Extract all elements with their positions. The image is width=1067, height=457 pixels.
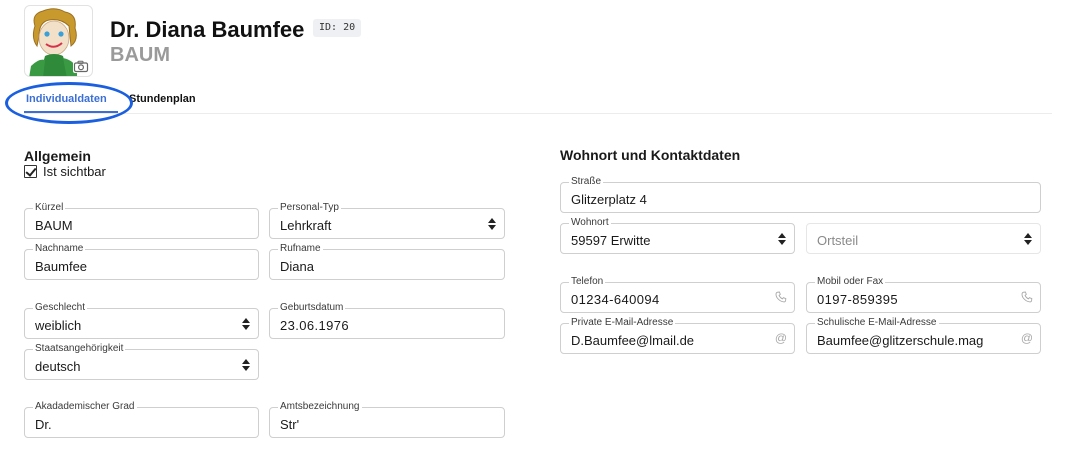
tab-individualdaten[interactable]: Individualdaten <box>26 92 107 106</box>
camera-icon[interactable] <box>73 60 89 73</box>
staatsangehoerigkeit-value: deutsch <box>35 359 81 374</box>
id-badge: ID: 20 <box>313 19 362 37</box>
strasse-field[interactable]: Straße Glitzerplatz 4 <box>560 176 1041 213</box>
select-stepper-icon[interactable] <box>1023 232 1033 246</box>
email-schule-value: Baumfee@glitzerschule.mag <box>817 333 984 348</box>
amtsbezeichnung-field[interactable]: Amtsbezeichnung Str' <box>269 401 505 438</box>
kuerzel-field[interactable]: Kürzel BAUM <box>24 202 259 239</box>
email-schule-field[interactable]: Schulische E-Mail-Adresse Baumfee@glitze… <box>806 317 1041 354</box>
kuerzel-label: Kürzel <box>33 202 66 214</box>
phone-icon[interactable] <box>1020 290 1034 304</box>
rufname-value: Diana <box>280 259 314 274</box>
mobil-label: Mobil oder Fax <box>815 276 886 288</box>
email-schule-label: Schulische E-Mail-Adresse <box>815 317 939 329</box>
staatsangehoerigkeit-select[interactable]: Staatsangehörigkeit deutsch <box>24 343 259 380</box>
select-stepper-icon[interactable] <box>241 358 251 372</box>
geburtsdatum-value: 23.06.1976 <box>280 318 350 333</box>
email-privat-field[interactable]: Private E-Mail-Adresse D.Baumfee@lmail.d… <box>560 317 795 354</box>
nachname-label: Nachname <box>33 243 86 255</box>
kuerzel-value: BAUM <box>35 218 73 233</box>
short-code-subtitle: BAUM <box>110 44 170 66</box>
visible-checkbox[interactable] <box>24 164 37 178</box>
rufname-label: Rufname <box>278 243 323 255</box>
select-stepper-icon[interactable] <box>241 317 251 331</box>
nachname-value: Baumfee <box>35 259 88 274</box>
geschlecht-select[interactable]: Geschlecht weiblich <box>24 302 259 339</box>
ortsteil-placeholder: Ortsteil <box>817 233 859 248</box>
ortsteil-select[interactable]: Ortsteil <box>806 223 1041 254</box>
telefon-value: 01234-640094 <box>571 292 660 307</box>
geschlecht-value: weiblich <box>35 318 82 333</box>
at-icon[interactable]: @ <box>1020 331 1034 345</box>
geburtsdatum-field[interactable]: Geburtsdatum 23.06.1976 <box>269 302 505 339</box>
telefon-label: Telefon <box>569 276 606 288</box>
tab-stundenplan[interactable]: Stundenplan <box>129 92 196 106</box>
personal-typ-select[interactable]: Personal-Typ Lehrkraft <box>269 202 505 239</box>
wohnort-value: 59597 Erwitte <box>571 233 651 248</box>
akad-grad-field[interactable]: Akadademischer Grad Dr. <box>24 401 259 438</box>
amtsbezeichnung-label: Amtsbezeichnung <box>278 401 362 413</box>
select-stepper-icon[interactable] <box>777 232 787 246</box>
visible-checkbox-row[interactable]: Ist sichtbar <box>24 163 106 179</box>
avatar[interactable] <box>24 5 93 77</box>
page-title: Dr. Diana Baumfee <box>110 17 305 42</box>
geschlecht-label: Geschlecht <box>33 302 88 314</box>
strasse-value: Glitzerplatz 4 <box>571 192 647 207</box>
geburtsdatum-label: Geburtsdatum <box>278 302 346 314</box>
nachname-field[interactable]: Nachname Baumfee <box>24 243 259 280</box>
at-icon[interactable]: @ <box>774 331 788 345</box>
wohnort-label: Wohnort <box>569 217 611 229</box>
mobil-value: 0197-859395 <box>817 292 899 307</box>
akad-grad-value: Dr. <box>35 417 52 432</box>
tabs-divider <box>24 113 1052 114</box>
strasse-label: Straße <box>569 176 604 188</box>
staatsangehoerigkeit-label: Staatsangehörigkeit <box>33 343 126 355</box>
wohnort-select[interactable]: Wohnort 59597 Erwitte <box>560 217 795 254</box>
email-privat-label: Private E-Mail-Adresse <box>569 317 676 329</box>
akad-grad-label: Akadademischer Grad <box>33 401 137 413</box>
email-privat-value: D.Baumfee@lmail.de <box>571 333 695 348</box>
personal-typ-label: Personal-Typ <box>278 202 341 214</box>
select-stepper-icon[interactable] <box>487 217 497 231</box>
telefon-field[interactable]: Telefon 01234-640094 <box>560 276 795 313</box>
amtsbezeichnung-value: Str' <box>280 417 300 432</box>
phone-icon[interactable] <box>774 290 788 304</box>
section-title-kontakt: Wohnort und Kontaktdaten <box>560 147 741 163</box>
mobil-field[interactable]: Mobil oder Fax 0197-859395 <box>806 276 1041 313</box>
rufname-field[interactable]: Rufname Diana <box>269 243 505 280</box>
visible-checkbox-label: Ist sichtbar <box>43 163 106 179</box>
personal-typ-value: Lehrkraft <box>280 218 332 233</box>
